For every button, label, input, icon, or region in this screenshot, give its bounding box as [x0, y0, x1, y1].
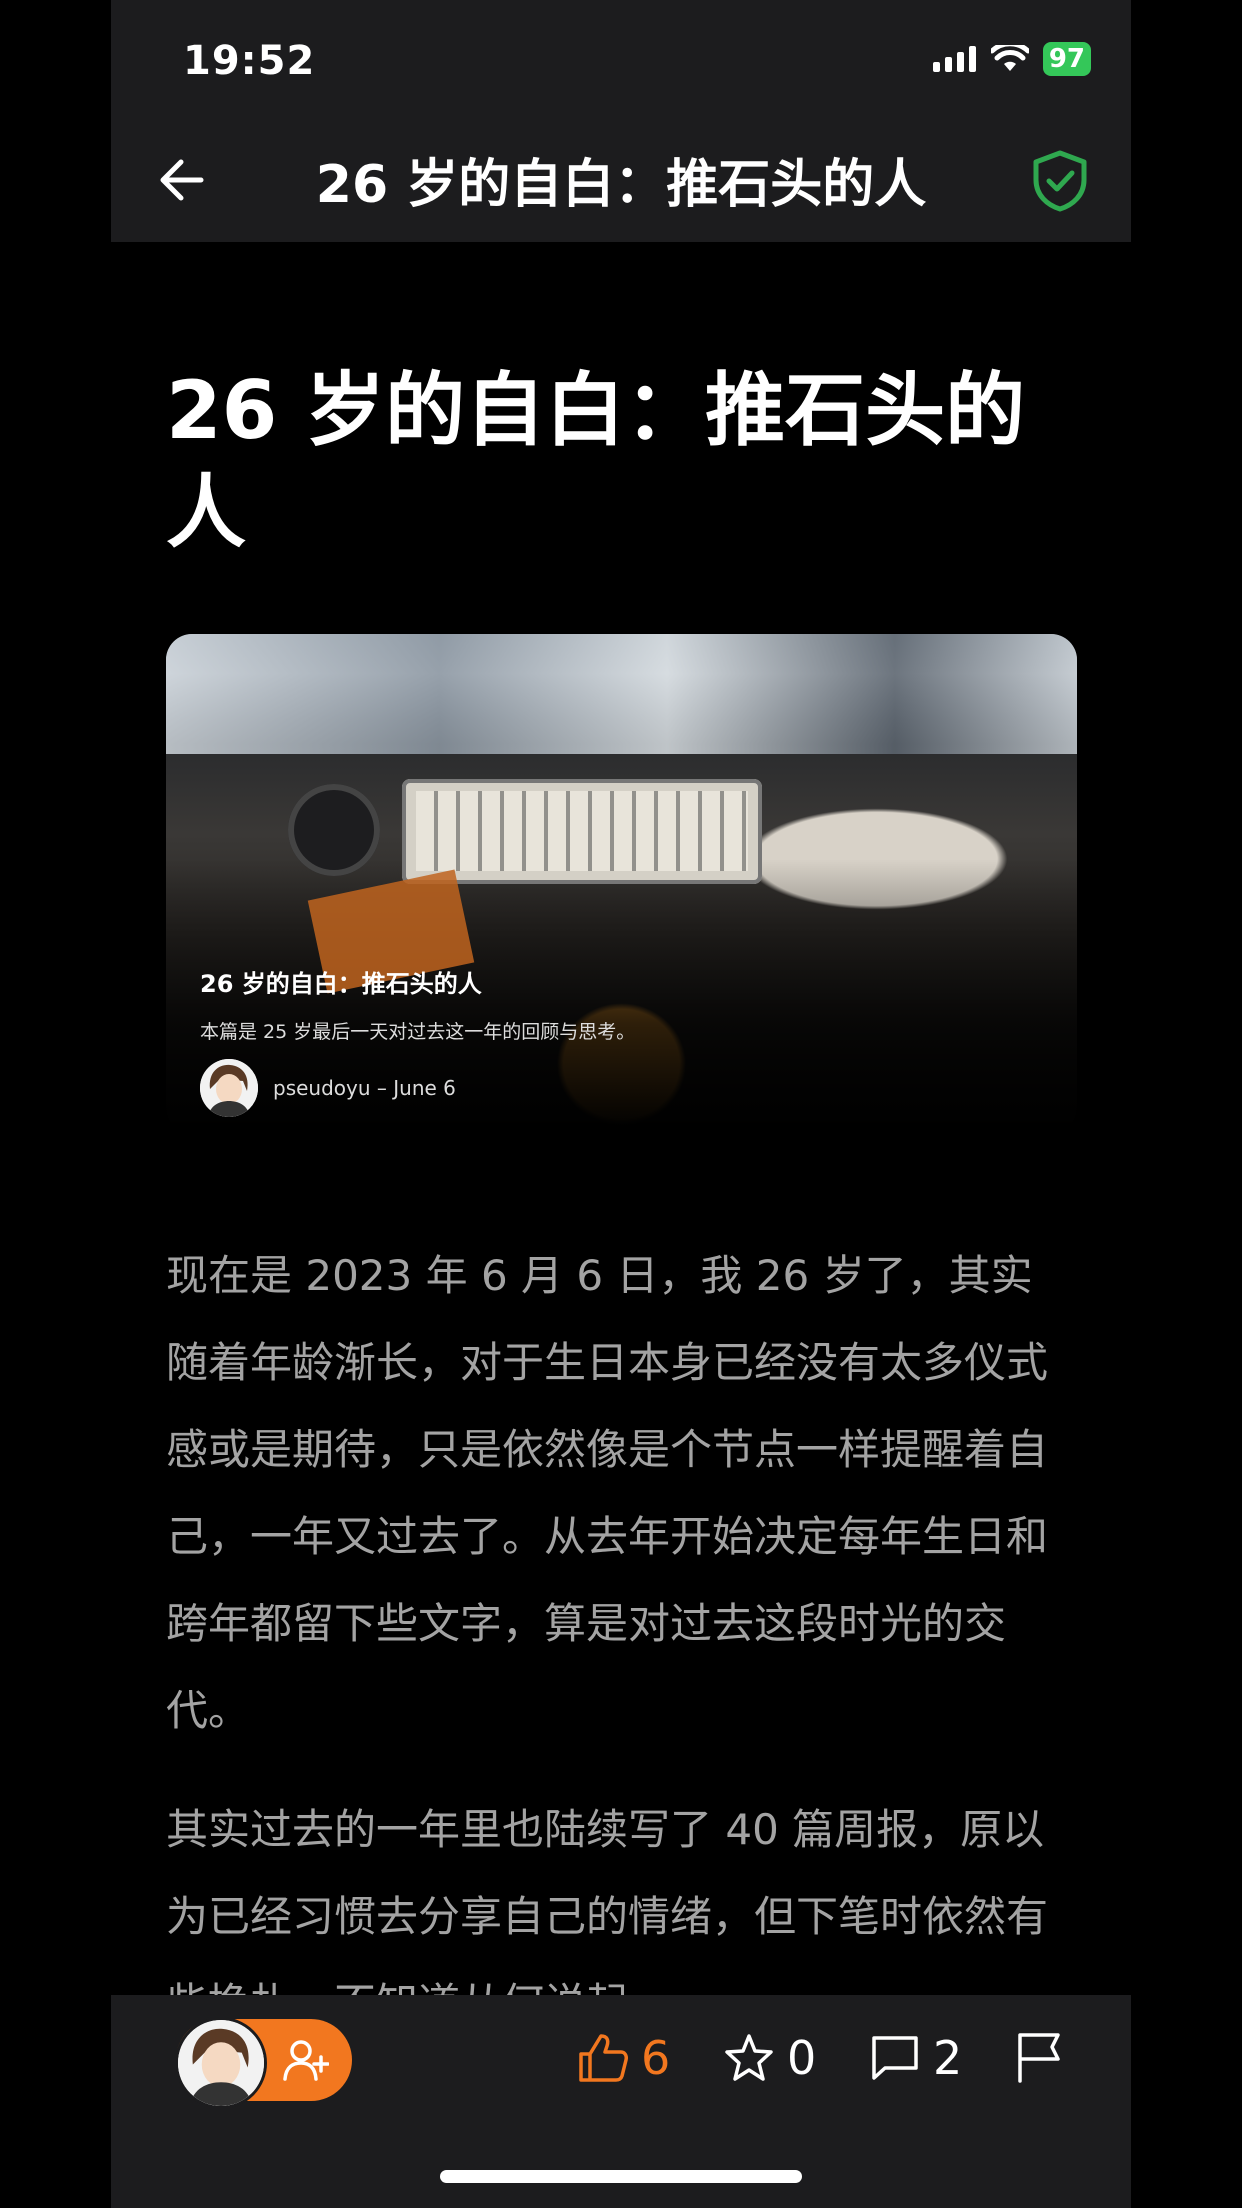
like-button[interactable]: 6 — [577, 2031, 670, 2085]
cover-image-speaker — [288, 784, 380, 876]
status-icons: 97 — [932, 42, 1091, 76]
top-bar: 19:52 97 26 岁的自白：推石头的人 — [111, 0, 1131, 242]
report-button[interactable] — [1014, 2031, 1064, 2083]
shield-check-icon[interactable] — [1031, 150, 1089, 212]
signal-icon — [932, 46, 976, 72]
flag-icon — [1018, 2033, 1060, 2083]
author-avatar[interactable] — [175, 2017, 267, 2109]
comment-count: 2 — [933, 2031, 963, 2085]
article-title: 26 岁的自白：推石头的人 — [166, 364, 1026, 559]
nav-title: 26 岁的自白：推石头的人 — [315, 155, 927, 215]
favorite-button[interactable]: 0 — [723, 2031, 816, 2085]
cover-card[interactable]: 26 岁的自白：推石头的人 本篇是 25 岁最后一天对过去这一年的回顾与思考。 … — [166, 634, 1077, 1134]
cover-image — [166, 634, 1077, 754]
article-paragraph: 现在是 2023 年 6 月 6 日，我 26 岁了，其实随着年龄渐长，对于生日… — [166, 1251, 1049, 1735]
like-count: 6 — [641, 2031, 671, 2085]
status-time: 19:52 — [183, 38, 316, 84]
wifi-icon — [990, 45, 1029, 71]
cover-description: 本篇是 25 岁最后一天对过去这一年的回顾与思考。 — [200, 1021, 636, 1043]
back-arrow-icon[interactable] — [153, 150, 213, 210]
star-icon — [725, 2034, 773, 2081]
add-user-icon[interactable] — [283, 2039, 329, 2081]
star-count: 0 — [787, 2031, 817, 2085]
cover-title: 26 岁的自白：推石头的人 — [200, 970, 482, 998]
phone-screen: 19:52 97 26 岁的自白：推石头的人 26 岁的自白：推石头的人 26 … — [111, 0, 1131, 2208]
author-avatar — [200, 1059, 258, 1117]
battery-indicator: 97 — [1042, 42, 1091, 76]
home-indicator — [440, 2170, 802, 2183]
comment-button[interactable]: 2 — [869, 2031, 962, 2085]
thumbs-up-icon — [579, 2034, 628, 2082]
cover-byline: pseudoyu – June 6 — [273, 1076, 456, 1100]
cover-image-keys — [416, 791, 748, 871]
comment-icon — [872, 2036, 918, 2080]
